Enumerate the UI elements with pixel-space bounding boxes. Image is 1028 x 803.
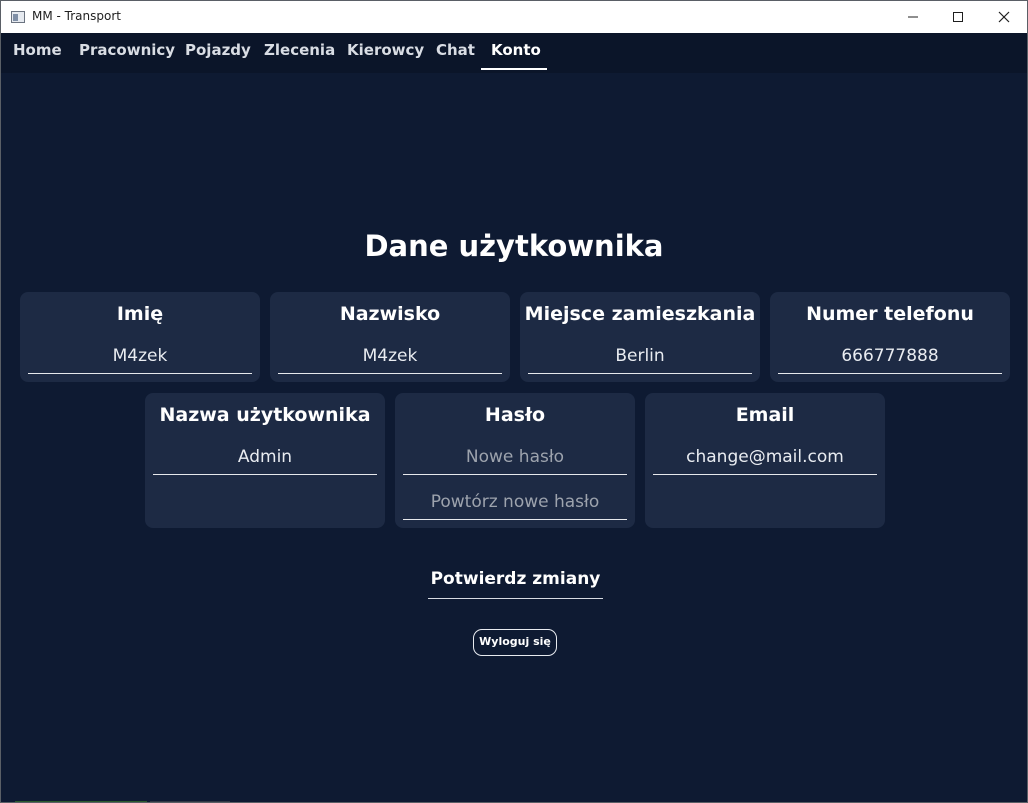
confirm-changes-button[interactable]: Potwierdz zmiany [428, 567, 603, 599]
maximize-icon [953, 12, 963, 22]
nav-item-home[interactable]: Home [13, 41, 62, 71]
repeat-password-input[interactable]: Powtórz nowe hasło [403, 486, 627, 520]
card-phone: Numer telefonu 666777888 [770, 292, 1010, 382]
card-email: Email change@mail.com [645, 393, 885, 528]
new-password-input[interactable]: Nowe hasło [403, 441, 627, 475]
residence-label: Miejsce zamieszkania [524, 303, 756, 325]
active-tab-indicator [481, 68, 547, 70]
logout-button[interactable]: Wyloguj się [473, 629, 557, 656]
minimize-icon [908, 16, 918, 18]
card-first-name: Imię M4zek [20, 292, 260, 382]
nav-item-pracownicy[interactable]: Pracownicy [79, 41, 175, 71]
close-icon [998, 11, 1010, 23]
phone-label: Numer telefonu [806, 303, 974, 325]
minimize-button[interactable] [890, 1, 936, 33]
app-icon [11, 11, 25, 23]
email-label: Email [735, 404, 795, 426]
close-button[interactable] [981, 1, 1027, 33]
card-residence: Miejsce zamieszkania Berlin [520, 292, 760, 382]
app-window: MM - Transport Home Pracownicy Pojazdy Z… [0, 0, 1028, 803]
maximize-button[interactable] [935, 1, 981, 33]
username-label: Nazwa użytkownika [159, 404, 371, 426]
nav-item-chat[interactable]: Chat [436, 41, 475, 71]
card-last-name: Nazwisko M4zek [270, 292, 510, 382]
first-name-label: Imię [116, 303, 164, 325]
nav-item-pojazdy[interactable]: Pojazdy [185, 41, 251, 71]
window-title: MM - Transport [32, 9, 121, 23]
email-input[interactable]: change@mail.com [653, 441, 877, 475]
nav-item-zlecenia[interactable]: Zlecenia [264, 41, 335, 71]
username-input[interactable]: Admin [153, 441, 377, 475]
last-name-label: Nazwisko [339, 303, 441, 325]
first-name-input[interactable]: M4zek [28, 340, 252, 374]
page-title: Dane użytkownika [364, 229, 664, 263]
top-navigation: Home Pracownicy Pojazdy Zlecenia Kierowc… [1, 33, 1027, 73]
nav-item-konto[interactable]: Konto [491, 41, 541, 71]
residence-input[interactable]: Berlin [528, 340, 752, 374]
card-username: Nazwa użytkownika Admin [145, 393, 385, 528]
last-name-input[interactable]: M4zek [278, 340, 502, 374]
phone-input[interactable]: 666777888 [778, 340, 1002, 374]
password-label: Hasło [484, 404, 546, 426]
nav-item-kierowcy[interactable]: Kierowcy [347, 41, 424, 71]
card-password: Hasło Nowe hasło Powtórz nowe hasło [395, 393, 635, 528]
title-bar[interactable]: MM - Transport [1, 1, 1027, 33]
